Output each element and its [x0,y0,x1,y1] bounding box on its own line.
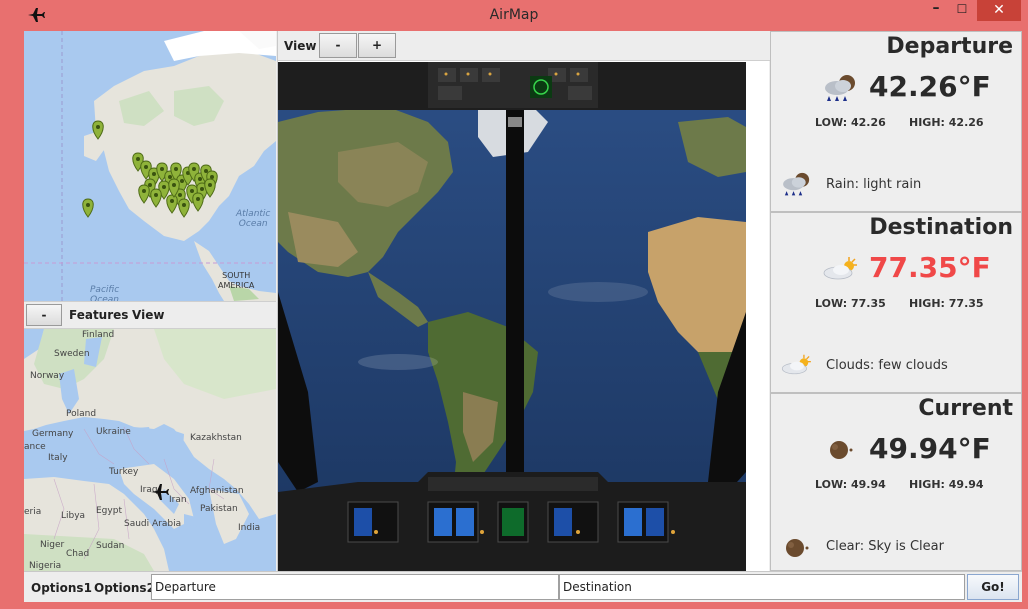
weather-title: Departure [886,34,1013,59]
options2-menu[interactable]: Options2 [94,581,155,595]
features-menu[interactable]: Features [69,308,128,322]
options1-menu[interactable]: Options1 [31,581,92,595]
weather-panel-current: Current 49.94°F LOW: 49.94 HIGH: 49.94 C… [770,393,1022,571]
airplane-icon[interactable] [150,483,170,504]
rain-cloud-icon [779,172,815,198]
weather-high: HIGH: 42.26 [909,116,984,129]
map-pin-icon[interactable] [92,120,104,140]
map-pin-icon[interactable] [82,198,94,218]
app-window: AirMap – ☐ ✕ Atlantic Ocean Pacific Ocea… [0,0,1028,609]
moon-icon [783,536,819,562]
weather-title: Destination [869,215,1013,240]
weather-temp: 77.35°F [869,251,991,284]
map-label-ance: ance [24,442,46,452]
map-label-iran: Iran [169,495,187,505]
sun-cloud-icon [779,353,815,379]
map-label-libya: Libya [61,511,86,521]
weather-panel-departure: Departure 42.26°F LOW: 42.26 HIGH: 42.26 [770,31,1022,212]
weather-description: Clouds: few clouds [826,358,948,373]
map-region-graphic [24,329,276,571]
weather-panel-destination: Destination 77.35°F LOW: 77.35 HIGH: 77.… [770,212,1022,393]
map-region[interactable]: Finland Sweden Norway Poland Germany Ukr… [24,329,276,571]
weather-low: LOW: 49.94 [815,478,886,491]
map-label-finland: Finland [82,330,115,340]
sun-cloud-icon [821,255,861,285]
map-label-sweden: Sweden [54,349,90,359]
view-menu[interactable]: View [132,308,164,322]
map-pin-icon[interactable] [138,184,150,204]
map-pin-icon[interactable] [150,188,162,208]
map-label-ukraine: Ukraine [96,427,131,437]
map-label-egypt: Egypt [96,506,122,516]
map-label-norway: Norway [30,371,65,381]
window-title: AirMap [489,7,539,23]
map-label-italy: Italy [48,453,68,463]
weather-low: LOW: 42.26 [815,116,886,129]
destination-field[interactable]: Destination [559,574,965,600]
map-pin-icon[interactable] [178,198,190,218]
departure-field[interactable]: Departure [151,574,559,600]
view-label: View [284,39,317,53]
map-label-germany: Germany [32,429,74,439]
rain-cloud-icon [821,74,861,104]
map-label-saudi-arabia: Saudi Arabia [124,519,182,529]
map-toolbar: - Features View [24,301,276,329]
map-label-kazakhstan: Kazakhstan [190,433,242,443]
client-area: Atlantic Ocean Pacific Ocean SOUTH AMERI… [24,31,1022,602]
cockpit-panel: View - + [277,31,770,571]
maximize-button[interactable]: ☐ [950,0,974,21]
map-pin-icon[interactable] [192,192,204,212]
map-label-afghanistan: Afghanistan [190,486,244,496]
map-label-sudan: Sudan [96,541,125,551]
weather-low: LOW: 77.35 [815,297,886,310]
map-overview[interactable]: Atlantic Ocean Pacific Ocean SOUTH AMERI… [24,31,276,301]
map-minus-button[interactable]: - [26,304,62,326]
map-label-turkey: Turkey [109,467,139,477]
moon-icon [827,438,867,468]
weather-description: Rain: light rain [826,177,922,192]
weather-high: HIGH: 77.35 [909,297,984,310]
weather-high: HIGH: 49.94 [909,478,984,491]
weather-temp: 49.94°F [869,432,991,465]
weather-temp: 42.26°F [869,70,991,103]
close-button[interactable]: ✕ [977,0,1021,21]
map-label-poland: Poland [66,409,97,419]
map-label-pakistan: Pakistan [200,504,238,514]
bottom-bar: Options1 Options2 Departure Destination … [24,571,1022,602]
weather-description: Clear: Sky is Clear [826,539,944,554]
map-label-chad: Chad [66,549,90,559]
map-label-nigeria: Nigeria [29,561,62,571]
weather-title: Current [918,396,1013,421]
zoom-in-button[interactable]: + [358,33,396,58]
title-bar[interactable]: AirMap – ☐ ✕ [0,0,1028,31]
map-label-india: India [238,523,261,533]
go-button[interactable]: Go! [967,574,1019,600]
minimize-button[interactable]: – [924,0,948,21]
map-pin-icon[interactable] [166,194,178,214]
cockpit-graphic [278,62,746,571]
map-pins [82,120,218,218]
map-label-niger: Niger [40,540,65,550]
zoom-out-button[interactable]: - [319,33,357,58]
map-label-eria: eria [24,507,42,517]
cockpit-toolbar: View - + [278,31,770,61]
cockpit-view[interactable] [278,62,746,571]
